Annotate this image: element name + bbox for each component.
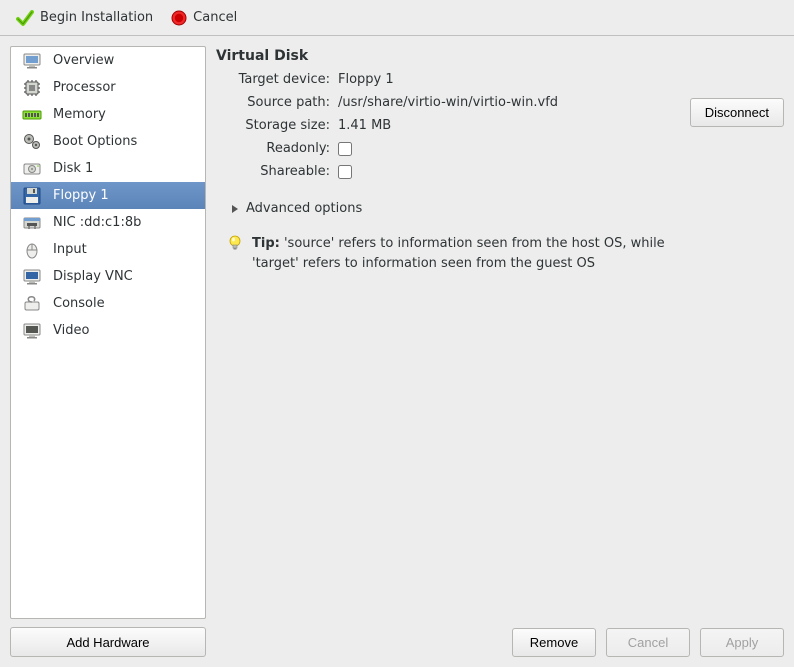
begin-installation-button[interactable]: Begin Installation — [8, 5, 161, 31]
target-device-value: Floppy 1 — [338, 72, 784, 87]
readonly-label: Readonly: — [230, 141, 330, 156]
shareable-checkbox[interactable] — [338, 165, 352, 179]
sidebar-item-memory[interactable]: Memory — [11, 101, 205, 128]
add-hardware-button[interactable]: Add Hardware — [10, 627, 206, 657]
cancel-installation-label: Cancel — [193, 10, 237, 25]
sidebar-item-display-vnc[interactable]: Display VNC — [11, 263, 205, 290]
footer: Remove Cancel Apply — [216, 628, 784, 657]
nic-icon — [21, 212, 43, 234]
sidebar-item-disk-1[interactable]: Disk 1 — [11, 155, 205, 182]
toolbar: Begin Installation Cancel — [0, 0, 794, 36]
target-device-label: Target device: — [230, 72, 330, 87]
mouse-icon — [21, 239, 43, 261]
sidebar-item-label: Floppy 1 — [53, 188, 109, 203]
sidebar-item-nic-dd-c1-8b[interactable]: NIC :dd:c1:8b — [11, 209, 205, 236]
video-icon — [21, 320, 43, 342]
check-icon — [16, 9, 34, 27]
monitor-icon — [21, 50, 43, 72]
stop-icon — [171, 10, 187, 26]
apply-button[interactable]: Apply — [700, 628, 784, 657]
display-icon — [21, 266, 43, 288]
left-column: Overview Processor Memory Boot Options Disk … — [10, 46, 206, 657]
tip-bold: Tip: — [252, 236, 280, 251]
section-title: Virtual Disk — [216, 48, 784, 64]
main-content: Virtual Disk Target device: Floppy 1 Sou… — [216, 46, 784, 620]
ram-icon — [21, 104, 43, 126]
expander-icon — [230, 204, 240, 214]
advanced-options-expander[interactable]: Advanced options — [230, 201, 784, 216]
sidebar-item-input[interactable]: Input — [11, 236, 205, 263]
sidebar-item-video[interactable]: Video — [11, 317, 205, 344]
main-body: Overview Processor Memory Boot Options Disk … — [0, 36, 794, 667]
tip-body: 'source' refers to information seen from… — [252, 236, 665, 271]
sidebar-item-overview[interactable]: Overview — [11, 47, 205, 74]
tip-row: Tip: 'source' refers to information seen… — [226, 234, 784, 273]
cancel-installation-button[interactable]: Cancel — [163, 6, 245, 30]
sidebar-item-label: Processor — [53, 80, 116, 95]
begin-installation-label: Begin Installation — [40, 10, 153, 25]
sidebar-item-processor[interactable]: Processor — [11, 74, 205, 101]
tip-text: Tip: 'source' refers to information seen… — [252, 234, 682, 273]
sidebar-item-label: Display VNC — [53, 269, 133, 284]
disconnect-button[interactable]: Disconnect — [690, 98, 784, 127]
console-icon — [21, 293, 43, 315]
lightbulb-icon — [226, 234, 244, 252]
sidebar-item-label: Boot Options — [53, 134, 137, 149]
source-path-label: Source path: — [230, 95, 330, 110]
storage-size-label: Storage size: — [230, 118, 330, 133]
sidebar-item-label: Input — [53, 242, 87, 257]
main-pane: Virtual Disk Target device: Floppy 1 Sou… — [216, 46, 784, 657]
sidebar-item-label: Disk 1 — [53, 161, 93, 176]
floppy-icon — [21, 185, 43, 207]
remove-button[interactable]: Remove — [512, 628, 596, 657]
cancel-button[interactable]: Cancel — [606, 628, 690, 657]
sidebar-item-label: Overview — [53, 53, 114, 68]
sidebar-item-console[interactable]: Console — [11, 290, 205, 317]
sidebar-item-label: Console — [53, 296, 105, 311]
sidebar-item-label: Video — [53, 323, 89, 338]
readonly-checkbox[interactable] — [338, 142, 352, 156]
sidebar-item-label: Memory — [53, 107, 106, 122]
sidebar-item-label: NIC :dd:c1:8b — [53, 215, 141, 230]
sidebar-item-floppy-1[interactable]: Floppy 1 — [11, 182, 205, 209]
sidebar-item-boot-options[interactable]: Boot Options — [11, 128, 205, 155]
shareable-label: Shareable: — [230, 164, 330, 179]
hardware-sidebar: Overview Processor Memory Boot Options Disk … — [10, 46, 206, 619]
disk-icon — [21, 158, 43, 180]
advanced-options-label: Advanced options — [246, 201, 362, 216]
cpu-icon — [21, 77, 43, 99]
gears-icon — [21, 131, 43, 153]
